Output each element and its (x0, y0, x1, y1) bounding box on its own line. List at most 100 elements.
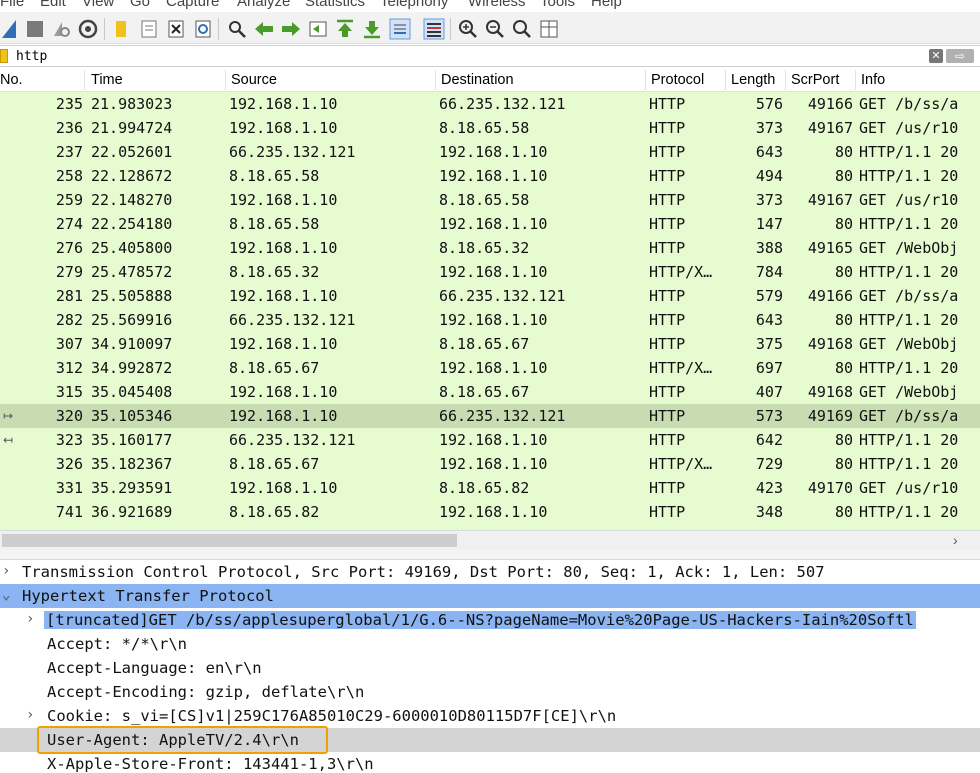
detail-text: Transmission Control Protocol, Src Port:… (22, 563, 825, 581)
scroll-right-icon[interactable]: › (953, 532, 958, 548)
cell-info: HTTP/1.1 20 (859, 359, 959, 377)
cell-srcport: 49168 (807, 383, 853, 401)
column-header-srcport[interactable]: ScrPort (791, 72, 839, 88)
column-header-info[interactable]: Info (861, 72, 885, 88)
column-header-destination[interactable]: Destination (441, 72, 514, 88)
cell-source: 8.18.65.82 (229, 503, 320, 521)
cell-no: 331 (55, 479, 83, 497)
detail-text: Accept-Language: en\r\n (47, 659, 262, 677)
packet-row[interactable]: 307 34.910097 192.168.1.10 8.18.65.67 HTTP 37… (0, 332, 980, 356)
menu-capture[interactable]: Capture (166, 0, 219, 10)
stop-capture-icon[interactable] (24, 18, 46, 40)
menu-wireless[interactable]: Wireless (468, 0, 526, 10)
go-last-packet-icon[interactable] (361, 18, 383, 40)
start-capture-icon[interactable] (0, 18, 22, 40)
expanded-arrow-icon[interactable]: ⌄ (2, 587, 10, 603)
detail-tree-item[interactable]: › [truncated]GET /b/ss/applesuperglobal/1… (0, 608, 980, 632)
collapsed-arrow-icon[interactable]: › (26, 707, 34, 723)
colorize-icon[interactable] (423, 18, 445, 40)
packet-row[interactable]: 235 21.983023 192.168.1.10 66.235.132.121 HT… (0, 92, 980, 116)
resize-columns-icon[interactable] (538, 18, 560, 40)
column-header-source[interactable]: Source (231, 72, 277, 88)
packet-row[interactable]: 331 35.293591 192.168.1.10 8.18.65.82 HTTP 42… (0, 476, 980, 500)
cell-source: 66.235.132.121 (229, 431, 356, 449)
pane-splitter[interactable] (0, 550, 980, 560)
close-file-icon[interactable] (165, 18, 187, 40)
cell-info: HTTP/1.1 20 (859, 215, 959, 233)
menu-telephony[interactable]: Telephony (380, 0, 448, 10)
cell-srcport: 80 (834, 455, 853, 473)
menu-tools[interactable]: Tools (540, 0, 575, 10)
column-header-time[interactable]: Time (91, 72, 123, 88)
go-to-packet-icon[interactable] (307, 18, 329, 40)
detail-tree-item[interactable]: X-Apple-Store-Front: 143441-1,3\r\n (0, 752, 980, 773)
packet-row[interactable]: 281 25.505888 192.168.1.10 66.235.132.121 HT… (0, 284, 980, 308)
reload-file-icon[interactable] (192, 18, 214, 40)
menu-go[interactable]: Go (130, 0, 150, 10)
zoom-out-icon[interactable] (484, 18, 506, 40)
detail-tree-item[interactable]: Accept-Encoding: gzip, deflate\r\n (0, 680, 980, 704)
cell-srcport: 49169 (807, 407, 853, 425)
go-forward-icon[interactable] (280, 18, 302, 40)
display-filter-input[interactable] (12, 47, 926, 65)
cell-protocol: HTTP (649, 311, 686, 329)
collapsed-arrow-icon[interactable]: › (26, 611, 34, 627)
menu-help[interactable]: Help (591, 0, 622, 10)
menu-view[interactable]: View (82, 0, 114, 10)
cell-time: 36.921689 (91, 503, 173, 521)
restart-capture-icon[interactable] (50, 18, 72, 40)
normal-size-icon[interactable] (511, 18, 533, 40)
cell-destination: 8.18.65.67 (439, 335, 530, 353)
cell-srcport: 49165 (807, 239, 853, 257)
cell-no: 236 (55, 119, 83, 137)
find-packet-icon[interactable] (226, 18, 248, 40)
packet-row[interactable]: 279 25.478572 8.18.65.32 192.168.1.10 HTTP/X… (0, 260, 980, 284)
packet-details: X-Apple-Store-Front: 143441-1,3\r\n User-… (0, 560, 980, 773)
cell-protocol: HTTP (649, 431, 686, 449)
packet-row[interactable]: 282 25.569916 66.235.132.121 192.168.1.10 HT… (0, 308, 980, 332)
scrollbar-thumb[interactable] (2, 534, 457, 547)
packet-row[interactable]: 312 34.992872 8.18.65.67 192.168.1.10 HTTP/X… (0, 356, 980, 380)
packet-row[interactable]: 274 22.254180 8.18.65.58 192.168.1.10 HTTP 14… (0, 212, 980, 236)
cell-destination: 192.168.1.10 (439, 359, 548, 377)
go-back-icon[interactable] (253, 18, 275, 40)
filter-bookmark-icon[interactable] (0, 49, 8, 63)
save-file-icon[interactable] (138, 18, 160, 40)
go-first-packet-icon[interactable] (334, 18, 356, 40)
packet-row[interactable]: 237 22.052601 66.235.132.121 192.168.1.10 HT… (0, 140, 980, 164)
packet-row[interactable]: 236 21.994724 192.168.1.10 8.18.65.58 HTTP 37… (0, 116, 980, 140)
menu-statistics[interactable]: Statistics (305, 0, 365, 10)
open-file-icon[interactable] (110, 18, 132, 40)
detail-tree-item[interactable]: ⌄ Hypertext Transfer Protocol (0, 584, 980, 608)
detail-tree-item[interactable]: Accept-Language: en\r\n (0, 656, 980, 680)
packet-list-hscrollbar[interactable]: › (0, 530, 980, 550)
packet-row[interactable]: 741 36.921689 8.18.65.82 192.168.1.10 HTTP 34… (0, 500, 980, 524)
capture-options-icon[interactable] (77, 18, 99, 40)
packet-row[interactable]: 315 35.045408 192.168.1.10 8.18.65.67 HTTP 40… (0, 380, 980, 404)
detail-tree-item[interactable]: Accept: */*\r\n (0, 632, 980, 656)
collapsed-arrow-icon[interactable]: › (2, 563, 10, 579)
column-header-no[interactable]: No. (0, 72, 23, 88)
cell-protocol: HTTP (649, 479, 686, 497)
cell-no: 282 (55, 311, 83, 329)
column-header-protocol[interactable]: Protocol (651, 72, 704, 88)
packet-row[interactable]: 259 22.148270 192.168.1.10 8.18.65.58 HTTP 37… (0, 188, 980, 212)
clear-filter-icon[interactable]: ✕ (929, 49, 943, 63)
zoom-in-icon[interactable] (457, 18, 479, 40)
detail-tree-item[interactable]: › Cookie: s_vi=[CS]v1|259C176A85010C29-60… (0, 704, 980, 728)
auto-scroll-icon[interactable] (389, 18, 411, 40)
cell-destination: 192.168.1.10 (439, 311, 548, 329)
packet-row[interactable]: 323 35.160177 66.235.132.121 192.168.1.10 HT… (0, 428, 980, 452)
detail-tree-item[interactable]: › Transmission Control Protocol, Src Port… (0, 560, 980, 584)
packet-row[interactable]: 320 35.105346 192.168.1.10 66.235.132.121 HT… (0, 404, 980, 428)
menu-edit[interactable]: Edit (40, 0, 66, 10)
packet-row[interactable]: 326 35.182367 8.18.65.67 192.168.1.10 HTTP/X… (0, 452, 980, 476)
cell-no: 259 (55, 191, 83, 209)
menu-analyze[interactable]: Analyze (237, 0, 290, 10)
column-header-length[interactable]: Length (731, 72, 775, 88)
apply-filter-icon[interactable]: ⇨ (946, 49, 974, 63)
packet-row[interactable]: 276 25.405800 192.168.1.10 8.18.65.32 HTTP 38… (0, 236, 980, 260)
packet-row[interactable]: 258 22.128672 8.18.65.58 192.168.1.10 HTTP 49… (0, 164, 980, 188)
cell-info: GET /b/ss/a (859, 287, 959, 305)
menu-file[interactable]: File (0, 0, 24, 10)
